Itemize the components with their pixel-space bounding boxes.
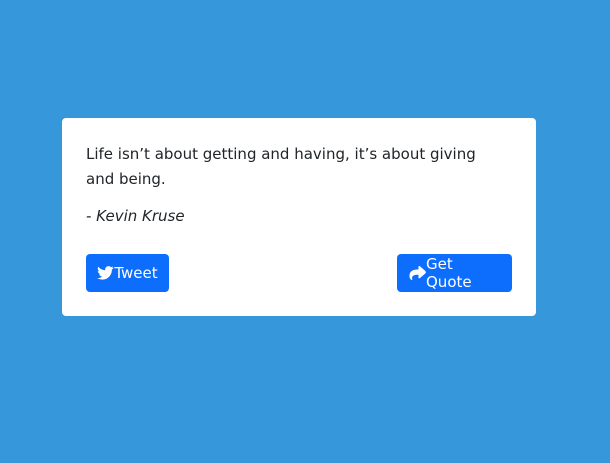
share-arrow-icon [409, 266, 426, 280]
quote-text: Life isn’t about getting and having, it’… [86, 145, 476, 188]
button-row: Tweet Get Quote [86, 254, 512, 292]
get-quote-button-label: Get Quote [426, 255, 472, 291]
twitter-icon [97, 266, 114, 280]
tweet-button-label: Tweet [114, 264, 158, 282]
quote-author: - Kevin Kruse [86, 207, 185, 225]
get-quote-button[interactable]: Get Quote [397, 254, 512, 292]
quote-card: Life isn’t about getting and having, it’… [62, 118, 536, 316]
tweet-button[interactable]: Tweet [86, 254, 169, 292]
